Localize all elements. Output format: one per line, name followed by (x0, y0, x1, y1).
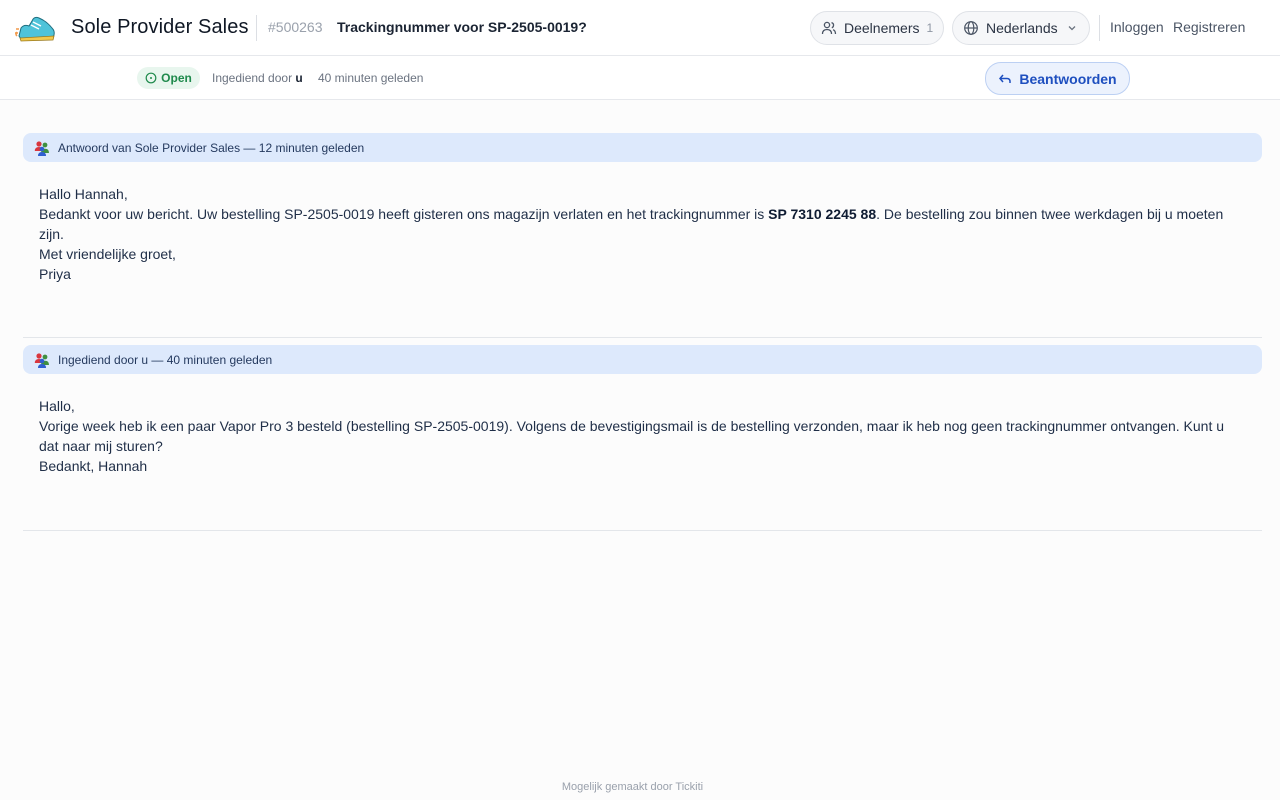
status-badge: Open (137, 67, 200, 89)
language-selector[interactable]: Nederlands (952, 11, 1090, 45)
header-divider (1099, 15, 1100, 41)
message-body: Hallo Hannah, Bedankt voor uw bericht. U… (23, 162, 1262, 284)
top-header: Sole Provider Sales #500263 Trackingnumm… (0, 0, 1280, 56)
brand-name[interactable]: Sole Provider Sales (71, 16, 249, 39)
submitted-time: 40 minuten geleden (318, 71, 424, 85)
footer-powered-by[interactable]: Mogelijk gemaakt door Tickiti (0, 781, 1265, 793)
message-greeting: Hallo Hannah, (39, 186, 128, 202)
message-header-text: Ingediend door u — 40 minuten geleden (58, 352, 273, 367)
message-closing: Bedankt, Hannah (39, 458, 148, 474)
participants-button[interactable]: Deelnemers 1 (810, 11, 944, 45)
register-link[interactable]: Registreren (1173, 19, 1245, 35)
header-divider (256, 15, 257, 41)
message-divider (23, 530, 1262, 531)
reply-label: Beantwoorden (1019, 70, 1117, 87)
message-greeting: Hallo, (39, 398, 75, 414)
submitted-by: Ingediend door u (212, 71, 303, 85)
message-paragraph: Vorige week heb ik een paar Vapor Pro 3 … (39, 418, 1225, 454)
users-group-icon (34, 140, 49, 156)
participants-label: Deelnemers (844, 20, 920, 36)
message-header: Antwoord van Sole Provider Sales — 12 mi… (23, 133, 1262, 162)
status-label: Open (161, 71, 192, 85)
users-group-icon (34, 352, 49, 368)
message-header-text: Antwoord van Sole Provider Sales — 12 mi… (58, 140, 365, 155)
message-text: Bedankt voor uw bericht. Uw bestelling S… (39, 206, 769, 222)
language-label: Nederlands (986, 20, 1058, 36)
ticket-status-bar: Open Ingediend door u 40 minuten geleden… (0, 56, 1280, 100)
submitted-user: u (295, 71, 303, 85)
reply-arrow-icon (999, 74, 1012, 83)
reply-button[interactable]: Beantwoorden (985, 62, 1130, 95)
message-divider (23, 337, 1262, 338)
login-link[interactable]: Inloggen (1110, 19, 1164, 35)
sneaker-logo-icon[interactable] (15, 12, 57, 44)
message-body: Hallo, Vorige week heb ik een paar Vapor… (23, 374, 1262, 476)
message-reply: Antwoord van Sole Provider Sales — 12 mi… (23, 133, 1262, 338)
message-closing: Met vriendelijke groet, (39, 246, 176, 262)
chevron-down-icon (1068, 26, 1076, 31)
participants-count: 1 (926, 21, 934, 35)
message-header: Ingediend door u — 40 minuten geleden (23, 345, 1262, 374)
submitted-prefix: Ingediend door (212, 71, 293, 85)
tracking-number: SP 7310 2245 88 (768, 206, 877, 222)
ticket-title: Trackingnummer voor SP-2505-0019? (337, 19, 587, 35)
message-signature: Priya (39, 266, 71, 282)
message-paragraph: Bedankt voor uw bericht. Uw bestelling S… (39, 204, 1246, 244)
message-original: Ingediend door u — 40 minuten geleden Ha… (23, 345, 1262, 531)
globe-icon (964, 21, 978, 35)
users-icon (821, 21, 837, 35)
clock-icon (145, 72, 157, 84)
ticket-number: #500263 (268, 19, 323, 35)
